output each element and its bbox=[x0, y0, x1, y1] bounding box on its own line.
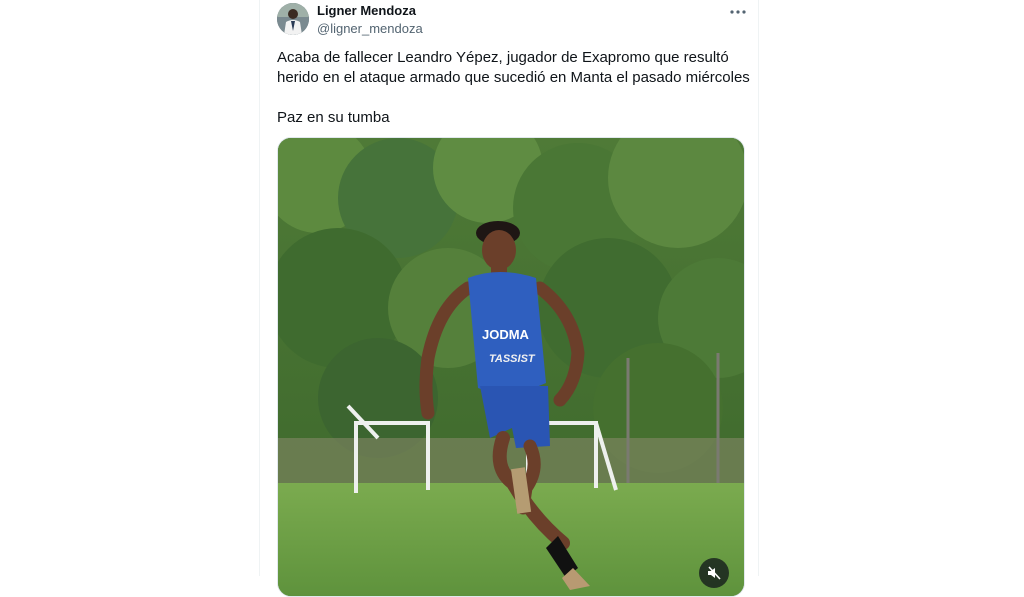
author-avatar[interactable] bbox=[277, 3, 309, 35]
more-options-button[interactable] bbox=[725, 2, 751, 22]
user-avatar-icon bbox=[277, 3, 309, 35]
mute-toggle-button[interactable] bbox=[699, 558, 729, 588]
volume-muted-icon bbox=[708, 566, 721, 580]
more-horizontal-icon bbox=[730, 10, 746, 14]
jersey-sponsor-2: TASSIST bbox=[489, 353, 536, 365]
tweet-video[interactable]: JODMA TASSIST bbox=[277, 137, 745, 597]
author-handle[interactable]: @ligner_mendoza bbox=[317, 21, 423, 36]
jersey-sponsor-1: JODMA bbox=[482, 327, 530, 342]
tweet-text-line: Acaba de fallecer Leandro Yépez, jugador… bbox=[277, 49, 729, 66]
video-frame: JODMA TASSIST bbox=[278, 138, 744, 596]
tweet-card[interactable]: Ligner Mendoza @ligner_mendoza Acaba de … bbox=[259, 0, 759, 597]
tweet-text-line: Paz en su tumba bbox=[277, 109, 390, 126]
tweet-text-line: herido en el ataque armado que sucedió e… bbox=[277, 69, 750, 86]
tweet-text: Acaba de fallecer Leandro Yépez, jugador… bbox=[277, 48, 750, 128]
author-display-name[interactable]: Ligner Mendoza bbox=[317, 3, 416, 18]
